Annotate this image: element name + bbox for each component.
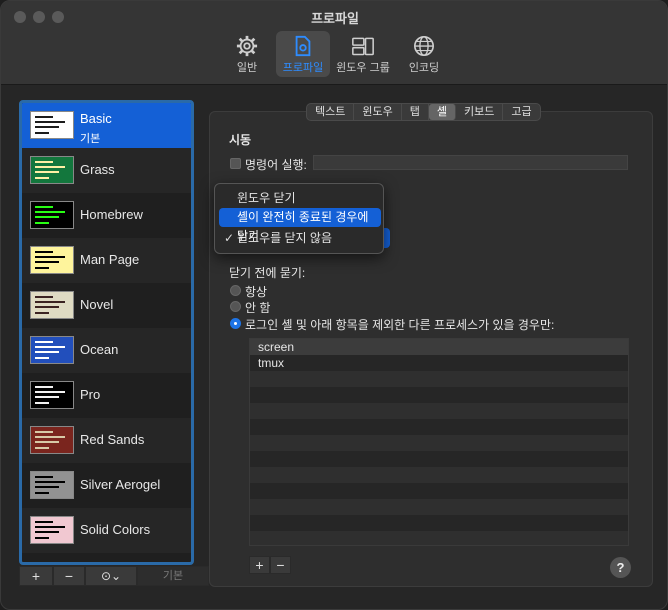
profile-thumbnail [30, 291, 74, 319]
toolbar-window-groups-label: 윈도우 그룹 [336, 62, 390, 74]
profile-thumbnail [30, 156, 74, 184]
profile-list-item[interactable]: Basic 기본 [22, 103, 191, 148]
table-row [250, 387, 628, 403]
table-row [250, 403, 628, 419]
profile-actions-menu-button[interactable]: ⊙⌄ [85, 566, 137, 586]
toolbar-encodings-label: 인코딩 [408, 62, 440, 74]
toolbar-general[interactable]: 일반 [225, 31, 269, 77]
settings-tabs: 텍스트 윈도우 탭 셸 키보드 고급 [306, 103, 541, 121]
profile-thumbnail [30, 426, 74, 454]
ask-never-radio[interactable] [230, 301, 241, 312]
profile-list-item[interactable]: Man Page [22, 238, 191, 283]
checkmark-icon: ✓ [224, 231, 235, 245]
table-row[interactable]: screen [250, 339, 628, 355]
profile-list-item[interactable]: Homebrew [22, 193, 191, 238]
table-row [250, 531, 628, 545]
globe-icon [414, 36, 434, 56]
tab-keyboard[interactable]: 키보드 [456, 104, 504, 120]
menu-item-close-window[interactable]: 윈도우 닫기 [219, 189, 381, 208]
profile-icon [295, 35, 311, 57]
profile-thumbnail [30, 336, 74, 364]
profile-name: Pro [80, 387, 101, 402]
window-title: 프로파일 [311, 11, 359, 26]
table-row [250, 499, 628, 515]
profile-list-item[interactable]: Novel [22, 283, 191, 328]
toolbar-window-groups[interactable]: 윈도우 그룹 [335, 31, 391, 77]
menu-item-dont-close[interactable]: ✓ 윈도우를 닫지 않음 [219, 229, 381, 248]
add-process-button[interactable]: + [249, 556, 270, 574]
tab-advanced[interactable]: 고급 [503, 104, 539, 120]
remove-process-button[interactable]: − [270, 556, 291, 574]
profile-name: Ocean [80, 342, 119, 357]
profile-name: Man Page [80, 252, 140, 267]
profile-list[interactable]: Basic 기본 Grass Homebrew Man Page Novel Ocean Pr… [19, 100, 194, 565]
profile-name: Grass [80, 162, 115, 177]
menu-item-close-window-label: 윈도우 닫기 [237, 191, 296, 205]
menu-item-close-if-clean-exit[interactable]: 셸이 완전히 종료된 경우에 닫기 [219, 208, 381, 243]
tab-tab[interactable]: 탭 [402, 104, 429, 120]
table-row[interactable]: tmux [250, 355, 628, 371]
profile-name: Red Sands [80, 432, 145, 447]
ask-never-label: 안 함 [245, 301, 271, 315]
profile-thumbnail [30, 516, 74, 544]
profile-list-item[interactable]: Grass [22, 148, 191, 193]
profile-list-item[interactable]: Red Sands [22, 418, 191, 463]
profile-name: Homebrew [80, 207, 143, 222]
ask-before-close-heading: 닫기 전에 묻기: [229, 266, 306, 280]
startup-heading: 시동 [229, 133, 252, 147]
tab-window[interactable]: 윈도우 [354, 104, 402, 120]
profile-name: Silver Aerogel [80, 477, 161, 492]
profile-name: Basic [80, 111, 112, 126]
profile-list-item[interactable]: Pro [22, 373, 191, 418]
profile-thumbnail [30, 111, 74, 139]
table-row [250, 419, 628, 435]
preferences-window: 프로파일 일반 프로파일 윈도우 그룹 인코딩 Basic 기본 Grass H… [0, 0, 668, 610]
remove-profile-button[interactable]: − [53, 566, 85, 586]
table-row [250, 467, 628, 483]
profile-list-item[interactable]: Silver Aerogel [22, 463, 191, 508]
profile-name: Novel [80, 297, 114, 312]
profile-list-controls: + − ⊙⌄ 기본 [19, 566, 209, 586]
shell-exit-dropdown-menu: 윈도우 닫기 셸이 완전히 종료된 경우에 닫기 ✓ 윈도우를 닫지 않음 [214, 183, 384, 254]
toolbar-profiles[interactable]: 프로파일 [276, 31, 330, 77]
table-row [250, 371, 628, 387]
profile-list-item[interactable]: Solid Colors [22, 508, 191, 553]
gear-icon [236, 35, 258, 57]
tab-shell[interactable]: 셸 [428, 104, 456, 120]
profile-name: Solid Colors [80, 522, 151, 537]
run-command-checkbox[interactable] [230, 158, 241, 169]
ask-always-radio[interactable] [230, 285, 241, 296]
process-exclusion-table[interactable]: screen tmux [249, 338, 629, 546]
table-row [250, 451, 628, 467]
profile-thumbnail [30, 246, 74, 274]
help-button[interactable]: ? [610, 557, 631, 578]
profile-thumbnail [30, 201, 74, 229]
add-profile-button[interactable]: + [19, 566, 53, 586]
ask-always-label: 항상 [245, 285, 268, 299]
table-row [250, 483, 628, 499]
toolbar-profiles-label: 프로파일 [282, 62, 324, 74]
toolbar-encodings[interactable]: 인코딩 [401, 31, 447, 77]
profile-thumbnail [30, 471, 74, 499]
profile-thumbnail [30, 381, 74, 409]
toolbar-general-label: 일반 [236, 62, 258, 74]
run-command-label: 명령어 실행: [245, 158, 307, 172]
tab-text[interactable]: 텍스트 [307, 104, 355, 120]
ask-if-processes-radio[interactable] [230, 318, 241, 329]
menu-item-dont-close-label: 윈도우를 닫지 않음 [237, 231, 332, 245]
table-row [250, 435, 628, 451]
profile-default-label: 기본 [80, 133, 101, 145]
profile-list-item[interactable]: Ocean [22, 328, 191, 373]
title-bar: 프로파일 일반 프로파일 윈도우 그룹 인코딩 [1, 1, 667, 85]
set-default-button[interactable]: 기본 [137, 566, 209, 586]
window-group-icon [352, 37, 374, 56]
table-row [250, 515, 628, 531]
run-command-input[interactable] [313, 155, 628, 170]
ask-if-processes-label: 로그인 셸 및 아래 항목을 제외한 다른 프로세스가 있을 경우만: [245, 318, 555, 332]
